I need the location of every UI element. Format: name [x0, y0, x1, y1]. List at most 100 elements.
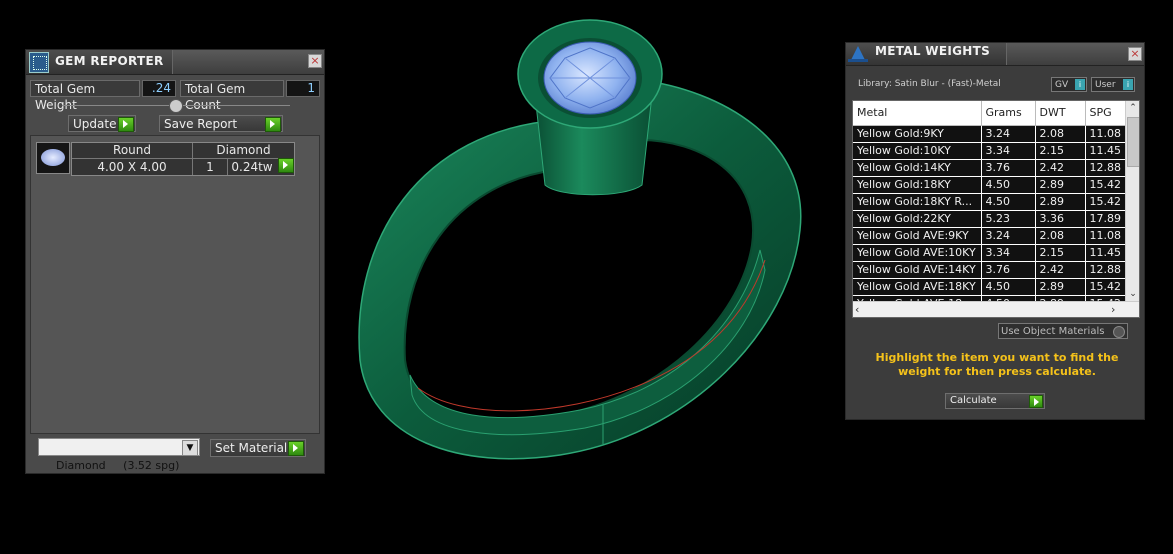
calculate-button[interactable]: Calculate — [945, 393, 1045, 409]
table-cell-spg: 17.89 — [1085, 209, 1125, 227]
play-icon — [1029, 395, 1043, 408]
table-row[interactable]: Yellow Gold:10KY 3.34 2.15 11.45 — [853, 141, 1125, 159]
save-report-button-label: Save Report — [164, 117, 238, 131]
gem-count-cell: 1 — [193, 159, 228, 175]
close-icon[interactable]: × — [1128, 47, 1142, 61]
table-cell-spg: 11.08 — [1085, 124, 1125, 142]
total-gem-weight-value: .24 — [142, 80, 176, 97]
table-row[interactable]: Yellow Gold:22KY 5.23 3.36 17.89 — [853, 209, 1125, 227]
gv-toggle[interactable]: GV i — [1051, 77, 1087, 92]
table-cell-grams: 4.50 — [981, 175, 1036, 193]
table-cell-dwt: 2.42 — [1035, 158, 1086, 176]
table-cell-metal: Yellow Gold AVE:10KY — [853, 243, 982, 261]
save-report-button[interactable]: Save Report — [159, 115, 283, 132]
table-cell-dwt: 3.36 — [1035, 209, 1086, 227]
gem-reporter-panel: GEM REPORTER × Total Gem Weight .24 Tota… — [25, 49, 325, 474]
play-icon — [118, 117, 134, 132]
radio-icon — [1113, 326, 1125, 338]
table-row[interactable]: Yellow Gold:9KY 3.24 2.08 11.08 — [853, 124, 1125, 142]
set-material-button[interactable]: Set Material — [210, 439, 306, 457]
scroll-up-icon[interactable]: ⌃ — [1126, 101, 1139, 115]
table-cell-metal: Yellow Gold:22KY — [853, 209, 982, 227]
chevron-down-icon[interactable]: ▼ — [182, 440, 198, 456]
scroll-down-icon[interactable]: ⌄ — [1126, 287, 1139, 301]
info-icon: i — [1123, 79, 1133, 90]
table-row[interactable]: Yellow Gold AVE:10KY 3.34 2.15 11.45 — [853, 243, 1125, 261]
set-material-button-label: Set Material — [215, 441, 288, 455]
table-cell-dwt: 2.15 — [1035, 141, 1086, 159]
close-icon[interactable]: × — [308, 54, 322, 68]
scale-icon — [848, 44, 868, 64]
scroll-left-icon[interactable]: ‹ — [855, 303, 859, 316]
table-cell-metal: Yellow Gold:14KY — [853, 158, 982, 176]
table-cell-dwt: 2.89 — [1035, 277, 1086, 295]
table-cell-grams: 4.50 — [981, 277, 1036, 295]
play-icon[interactable] — [278, 158, 294, 173]
table-cell-spg: 11.08 — [1085, 226, 1125, 244]
table-cell-grams: 4.50 — [981, 192, 1036, 210]
scroll-right-icon[interactable]: › — [1111, 303, 1115, 316]
update-button-label: Update — [73, 117, 117, 131]
user-label: User — [1095, 80, 1116, 90]
material-select[interactable]: Diamond (3.52 spg) ▼ — [38, 438, 200, 472]
table-row[interactable]: Yellow Gold AVE:9KY 3.24 2.08 11.08 — [853, 226, 1125, 244]
gem-reporter-logo-icon — [29, 52, 49, 73]
table-row[interactable]: Yellow Gold AVE:14KY 3.76 2.42 12.88 — [853, 260, 1125, 278]
table-cell-metal: Yellow Gold AVE:18KY — [853, 277, 982, 295]
gem-table[interactable]: Round Diamond 4.00 X 4.00 1 0.24tw — [71, 142, 295, 176]
gv-label: GV — [1055, 80, 1069, 90]
table-row[interactable]: Yellow Gold:14KY 3.76 2.42 12.88 — [853, 158, 1125, 176]
table-cell-metal: Yellow Gold:10KY — [853, 141, 982, 159]
table-cell-spg: 12.88 — [1085, 158, 1125, 176]
table-cell-dwt: 2.89 — [1035, 175, 1086, 193]
metal-weights-table[interactable]: Metal Grams DWT SPG Yellow Gold:9KY 3.24 2… — [853, 101, 1125, 312]
gem-reporter-titlebar[interactable]: GEM REPORTER × — [26, 50, 324, 75]
play-icon — [265, 117, 281, 132]
vertical-scrollbar[interactable]: ⌃ ⌄ — [1125, 101, 1139, 301]
gem-reporter-title: GEM REPORTER — [55, 54, 164, 68]
column-header-metal[interactable]: Metal — [853, 101, 982, 126]
table-cell-grams: 3.34 — [981, 141, 1036, 159]
metal-weights-titlebar[interactable]: METAL WEIGHTS × — [846, 43, 1144, 66]
table-cell-dwt: 2.08 — [1035, 226, 1086, 244]
splitter-handle-icon[interactable] — [169, 99, 183, 113]
table-row[interactable]: Yellow Gold:18KY 4.50 2.89 15.42 — [853, 175, 1125, 193]
table-cell-dwt: 2.89 — [1035, 192, 1086, 210]
horizontal-scrollbar[interactable]: ‹ › — [853, 301, 1139, 317]
table-cell-grams: 3.24 — [981, 226, 1036, 244]
update-button[interactable]: Update — [68, 115, 136, 132]
library-label: Library: Satin Blur - (Fast)-Metal — [858, 79, 1001, 89]
table-cell-grams: 5.23 — [981, 209, 1036, 227]
table-cell-spg: 15.42 — [1085, 175, 1125, 193]
use-object-materials-label: Use Object Materials — [1001, 326, 1105, 337]
table-cell-spg: 11.45 — [1085, 141, 1125, 159]
play-icon — [288, 441, 304, 456]
table-cell-dwt: 2.08 — [1035, 124, 1086, 142]
table-cell-metal: Yellow Gold:9KY — [853, 124, 982, 142]
gem-list-area[interactable]: Round Diamond 4.00 X 4.00 1 0.24tw — [30, 135, 320, 434]
gem-shape-cell: Round — [72, 143, 193, 159]
metal-weights-table-container[interactable]: Metal Grams DWT SPG Yellow Gold:9KY 3.24 2… — [852, 100, 1140, 318]
user-toggle[interactable]: User i — [1091, 77, 1135, 92]
column-header-grams[interactable]: Grams — [981, 101, 1036, 126]
gem-type-cell: Diamond — [193, 143, 294, 159]
info-icon: i — [1075, 79, 1085, 90]
table-row[interactable]: Yellow Gold AVE:18KY 4.50 2.89 15.42 — [853, 277, 1125, 295]
gem-weight-cell: 0.24tw — [231, 160, 273, 174]
use-object-materials-checkbox[interactable]: Use Object Materials — [998, 323, 1128, 339]
scroll-thumb[interactable] — [1127, 117, 1139, 167]
table-row[interactable]: Yellow Gold:18KY R... 4.50 2.89 15.42 — [853, 192, 1125, 210]
metal-weights-title: METAL WEIGHTS — [875, 44, 991, 58]
total-gem-count-value: 1 — [286, 80, 320, 97]
table-cell-spg: 15.42 — [1085, 192, 1125, 210]
table-cell-grams: 3.24 — [981, 124, 1036, 142]
instruction-text: Highlight the item you want to find the … — [875, 351, 1119, 378]
column-header-spg[interactable]: SPG — [1085, 101, 1125, 126]
table-cell-grams: 3.34 — [981, 243, 1036, 261]
table-cell-dwt: 2.15 — [1035, 243, 1086, 261]
table-cell-grams: 3.76 — [981, 260, 1036, 278]
table-cell-metal: Yellow Gold:18KY R... — [853, 192, 982, 210]
gem-size-cell: 4.00 X 4.00 — [72, 159, 193, 175]
table-cell-dwt: 2.42 — [1035, 260, 1086, 278]
column-header-dwt[interactable]: DWT — [1035, 101, 1086, 126]
